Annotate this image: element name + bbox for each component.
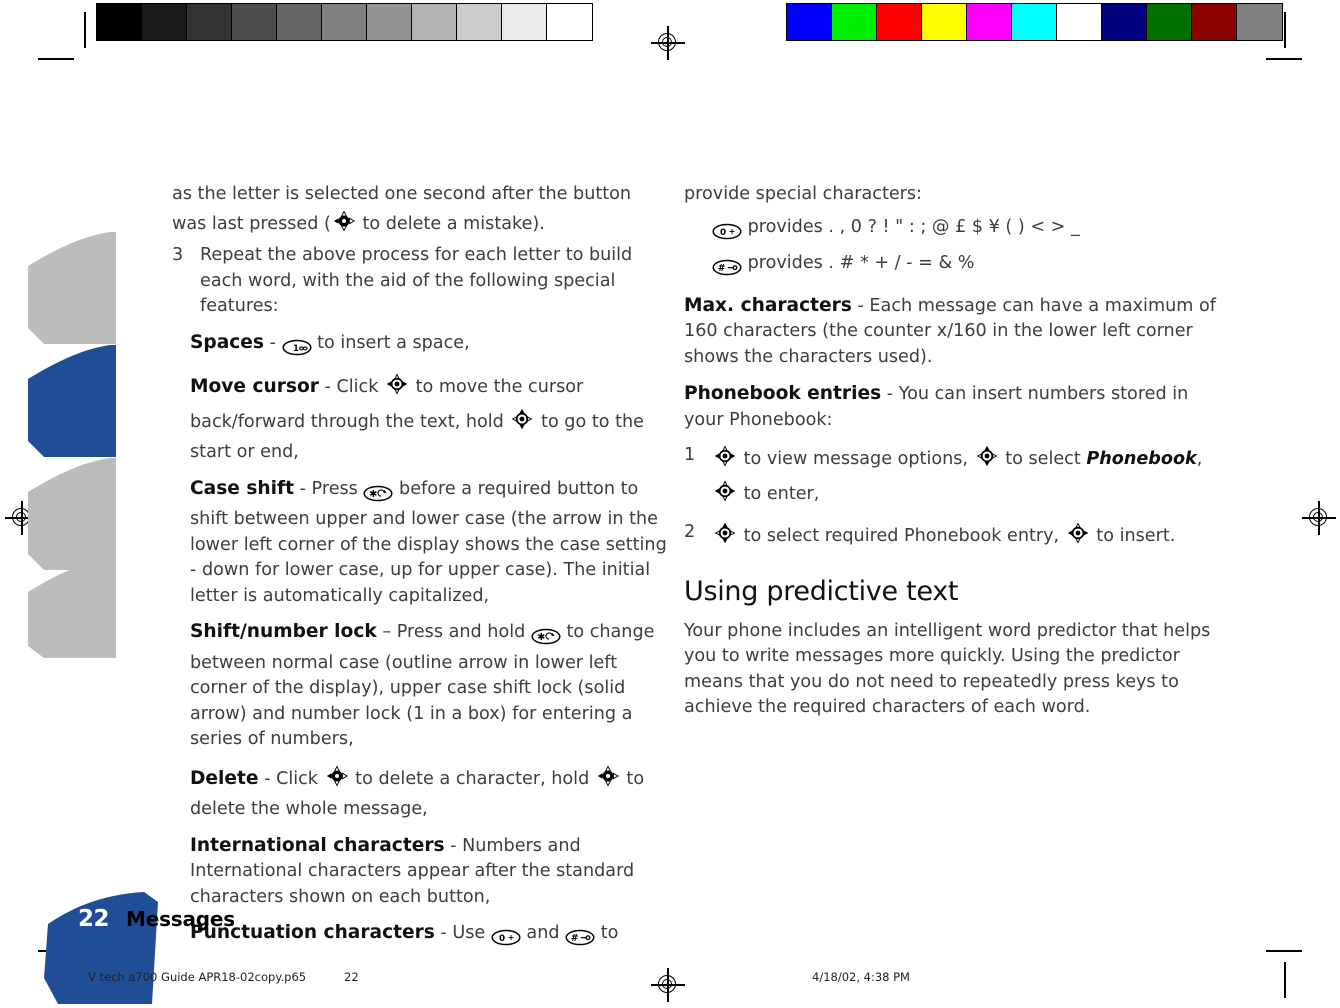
svg-text:+: + bbox=[729, 227, 736, 236]
feature-term: Spaces bbox=[190, 331, 264, 353]
key-star-icon: ✱ bbox=[531, 625, 561, 651]
feature-phonebook-entries: Phonebook entries - You can insert numbe… bbox=[684, 381, 1229, 433]
svg-text:#: # bbox=[718, 263, 726, 274]
left-text-column: as the letter is selected one second aft… bbox=[172, 182, 668, 952]
svg-text:0: 0 bbox=[499, 934, 505, 944]
key-1-icon: 1 bbox=[281, 336, 312, 362]
feature-text-tail: to bbox=[595, 923, 619, 943]
continued-paragraph-tail: to delete a mistake). bbox=[356, 213, 545, 234]
feature-delete: Delete - Click to delete a character, ho… bbox=[190, 763, 668, 823]
feature-text-mid: and bbox=[520, 923, 566, 943]
section-heading: Using predictive text bbox=[684, 575, 959, 607]
footer-page-number: 22 bbox=[78, 906, 110, 932]
joystick-left-icon bbox=[595, 763, 621, 798]
joystick-left-right-icon bbox=[384, 371, 410, 406]
print-timestamp: 4/18/02, 4:38 PM bbox=[812, 970, 910, 984]
svg-text:0: 0 bbox=[720, 228, 726, 238]
joystick-up-down-icon bbox=[974, 443, 1000, 478]
feature-term: Max. characters bbox=[684, 294, 852, 316]
feature-dash: - bbox=[269, 332, 276, 353]
step-text-a: to view message options, bbox=[738, 449, 974, 469]
right-text-column: provide special characters: 0 + provides … bbox=[684, 182, 1229, 722]
feature-max-characters: Max. characters - Each message can have … bbox=[684, 293, 1229, 371]
feature-term: Shift/number lock bbox=[190, 621, 377, 642]
feature-term: Phonebook entries bbox=[684, 383, 882, 404]
svg-text:✱: ✱ bbox=[537, 632, 545, 643]
feature-move-cursor: Move cursor - Click to move the cursor b… bbox=[190, 371, 668, 466]
step-number: 1 bbox=[684, 445, 696, 465]
numbered-step-3: 3 Repeat the above process for each lett… bbox=[172, 243, 668, 320]
step-text-d: to enter, bbox=[738, 483, 820, 504]
feature-text-mid: to delete a character, hold bbox=[349, 768, 595, 789]
feature-text: to insert a space, bbox=[311, 332, 470, 353]
key-0-icon: 0 + bbox=[491, 926, 521, 952]
step-text: Repeat the above process for each letter… bbox=[200, 245, 633, 316]
joystick-left-right-icon bbox=[1065, 520, 1091, 555]
footer-section-title: Messages bbox=[126, 907, 235, 931]
continued-paragraph: as the letter is selected one second aft… bbox=[172, 182, 668, 242]
joystick-up-down-icon bbox=[712, 520, 738, 555]
joystick-left-icon bbox=[331, 208, 357, 243]
feature-term: International characters bbox=[190, 834, 445, 856]
feature-term: Delete bbox=[190, 767, 259, 789]
char-row-0: 0 + provides . , 0 ? ! " : ; @ £ $ ¥ ( ) … bbox=[712, 215, 1229, 246]
phonebook-step-2: 2 to select required Phonebook entry, to… bbox=[684, 520, 1229, 555]
feature-term: Case shift bbox=[190, 477, 294, 499]
feature-text-before: Click bbox=[330, 377, 384, 397]
feature-text-before: Press and hold bbox=[391, 622, 531, 642]
svg-text:✱: ✱ bbox=[370, 489, 378, 500]
print-filename: V tech a700 Guide APR18-02copy.p65 bbox=[88, 970, 307, 984]
key-star-icon: ✱ bbox=[363, 482, 393, 508]
joystick-left-right-icon bbox=[712, 478, 738, 513]
section-body: Your phone includes an intelligent word … bbox=[684, 620, 1211, 718]
key-hash-icon: # bbox=[565, 926, 595, 952]
feature-dash: – bbox=[382, 622, 392, 642]
svg-text:1: 1 bbox=[293, 343, 299, 353]
feature-international-characters: International characters - Numbers and I… bbox=[190, 833, 668, 911]
step-emphasis: Phonebook bbox=[1086, 449, 1197, 469]
feature-text-before: Use bbox=[446, 923, 491, 943]
phonebook-step-1: 1 to view message options, to select Pho… bbox=[684, 443, 1229, 512]
joystick-up-down-icon bbox=[509, 406, 535, 441]
feature-case-shift: Case shift - Press ✱ before a required b… bbox=[190, 476, 668, 610]
step-text-a: to select required Phonebook entry, bbox=[738, 526, 1065, 546]
print-page-number: 22 bbox=[344, 970, 359, 984]
feature-spaces: Spaces - 1 to insert a space, bbox=[190, 330, 668, 362]
key-hash-icon: # bbox=[712, 256, 742, 282]
step-number: 3 bbox=[172, 245, 184, 265]
right-continued-paragraph: provide special characters: bbox=[684, 184, 922, 204]
svg-text:#: # bbox=[571, 933, 579, 944]
feature-term: Move cursor bbox=[190, 376, 319, 397]
feature-text-before: Press bbox=[305, 478, 364, 499]
step-number: 2 bbox=[684, 522, 696, 542]
char-row-text: provides . , 0 ? ! " : ; @ £ $ ¥ ( ) < >… bbox=[747, 216, 1080, 237]
joystick-left-icon bbox=[324, 763, 350, 798]
feature-punctuation-characters: Punctuation characters - Use 0 + and # to bbox=[190, 920, 668, 952]
char-row-text: provides . # * + / - = & % bbox=[747, 253, 975, 273]
svg-text:+: + bbox=[508, 933, 515, 942]
feature-shift-number-lock: Shift/number lock – Press and hold ✱ to … bbox=[190, 619, 668, 753]
char-row-1: # provides . # * + / - = & % bbox=[712, 251, 1229, 282]
step-text-c: , bbox=[1196, 449, 1203, 469]
feature-text-before: Click bbox=[270, 768, 324, 789]
step-text-b: to select bbox=[999, 449, 1087, 469]
step-text-b: to insert. bbox=[1090, 526, 1176, 546]
key-0-icon: 0 + bbox=[712, 220, 742, 246]
joystick-left-right-icon bbox=[712, 443, 738, 478]
